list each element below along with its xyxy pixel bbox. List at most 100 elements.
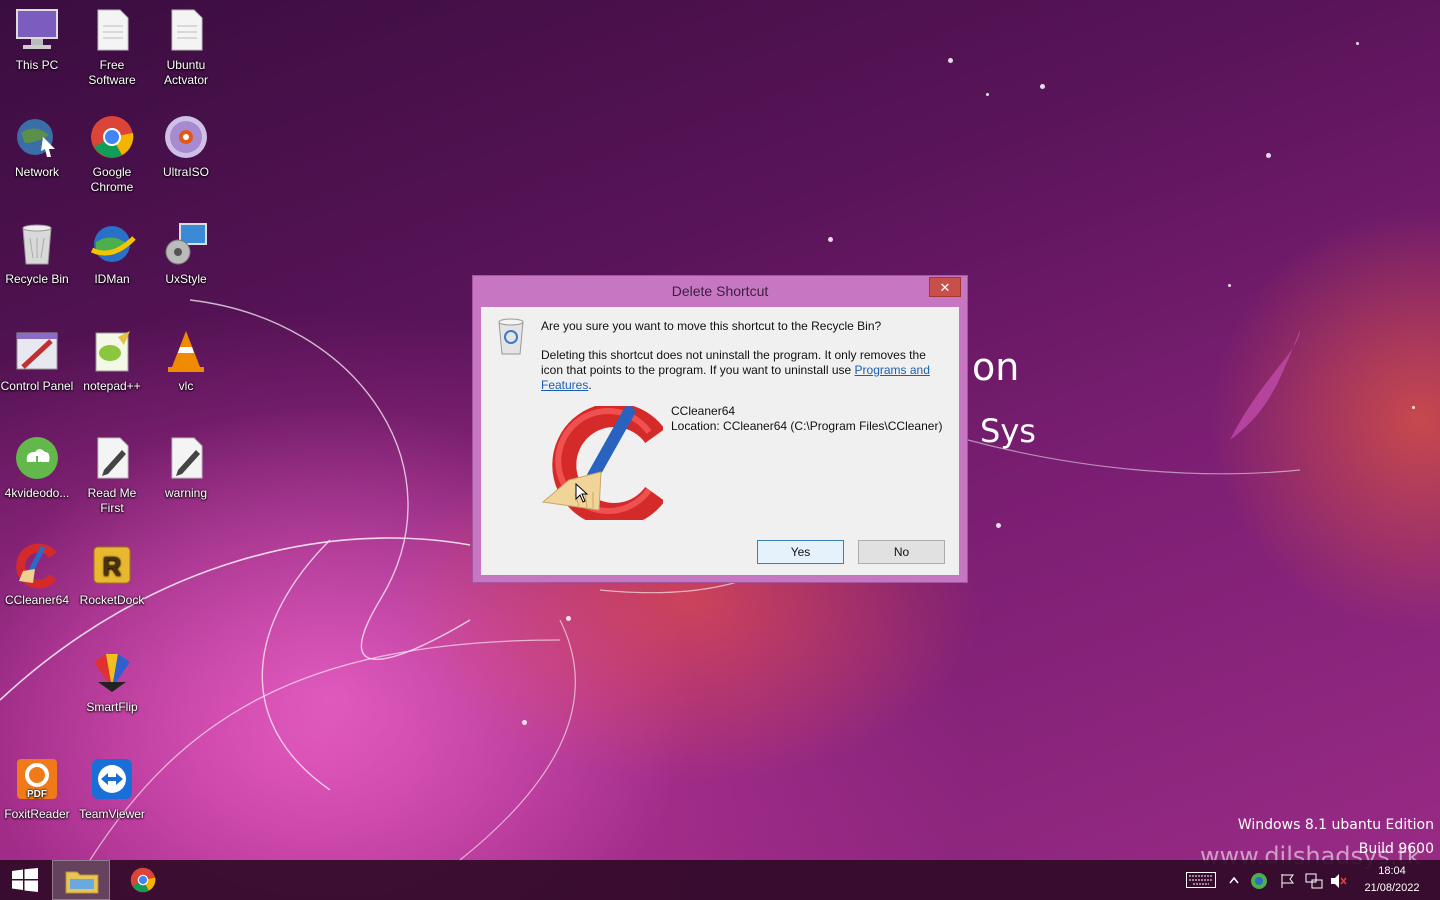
desktop-icon-uxstyle[interactable]: UxStyle — [149, 220, 223, 287]
folder-icon — [65, 871, 99, 894]
icon-label: IDMan — [94, 272, 130, 286]
icon-label: UltraISO — [162, 165, 209, 179]
icon-label: vlc — [178, 379, 194, 393]
action-center-flag-icon[interactable] — [1280, 873, 1296, 889]
icon-label: notepad++ — [83, 379, 141, 393]
icon-label: warning — [164, 486, 208, 500]
icon-label: RocketDock — [79, 593, 145, 607]
ccleaner-icon — [541, 406, 663, 520]
text-file-icon — [97, 9, 129, 51]
svg-text:PDF: PDF — [27, 789, 47, 800]
vlc-cone-icon — [168, 331, 204, 372]
desktop-icon-ultraiso[interactable]: UltraISO — [149, 113, 223, 180]
dialog-body: Are you sure you want to move this short… — [481, 307, 959, 575]
network-globe-icon — [17, 119, 55, 157]
desktop-icon-free-software[interactable]: Free Software — [75, 6, 149, 88]
shortcut-target-info: CCleaner64 Location: CCleaner64 (C:\Prog… — [671, 404, 942, 434]
network-tray-icon[interactable] — [1305, 872, 1323, 890]
star — [1356, 42, 1359, 45]
show-hidden-icons-chevron-icon[interactable] — [1229, 876, 1239, 884]
text-file-icon — [171, 9, 203, 51]
wallpaper-text-line2: Sys — [980, 412, 1036, 450]
start-button[interactable] — [0, 860, 50, 900]
edition-watermark: Windows 8.1 ubantu Edition — [1237, 817, 1434, 833]
dialog-details: Deleting this shortcut does not uninstal… — [541, 348, 941, 393]
desktop-icon-smartflip[interactable]: SmartFlip — [75, 648, 149, 715]
windows-logo-icon — [12, 868, 38, 892]
desktop-icon-4kvideodownloader[interactable]: 4kvideodo... — [0, 434, 74, 501]
taskbar-google-chrome[interactable] — [118, 860, 168, 900]
icon-label: Network — [14, 165, 59, 179]
text-edit-icon — [97, 437, 129, 479]
taskbar-file-explorer[interactable] — [52, 860, 110, 900]
volume-muted-icon[interactable] — [1329, 872, 1347, 890]
pdf-icon: PDF — [17, 759, 57, 800]
star — [948, 58, 953, 63]
icon-label: Read Me First — [87, 486, 137, 515]
rocketdock-icon: R — [93, 546, 131, 584]
desktop-icon-ubuntu-actvator[interactable]: Ubuntu Actvator — [149, 6, 223, 88]
star — [522, 720, 527, 725]
idm-tray-icon[interactable] — [1250, 872, 1268, 890]
star — [996, 523, 1001, 528]
desktop-icon-warning[interactable]: warning — [149, 434, 223, 501]
yes-button[interactable]: Yes — [757, 540, 844, 564]
icon-label: Free Software — [88, 58, 136, 87]
close-button[interactable]: ✕ — [929, 277, 961, 297]
icon-label: Google Chrome — [90, 165, 134, 194]
icon-label: FoxitReader — [4, 807, 70, 821]
desktop-icon-notepad-plus-plus[interactable]: notepad++ — [75, 327, 149, 394]
idm-globe-icon — [90, 226, 136, 262]
star — [1266, 153, 1271, 158]
notepad-plus-icon — [95, 331, 130, 372]
desktop-icon-recycle-bin[interactable]: Recycle Bin — [0, 220, 74, 287]
icon-label: Recycle Bin — [5, 272, 69, 286]
icon-label: Ubuntu Actvator — [163, 58, 208, 87]
no-button[interactable]: No — [858, 540, 945, 564]
ccleaner-icon — [16, 543, 57, 589]
recycle-bin-icon — [22, 224, 52, 265]
desktop-icon-google-chrome[interactable]: Google Chrome — [75, 113, 149, 195]
star — [1228, 284, 1231, 287]
disc-icon — [165, 116, 207, 158]
icon-label: TeamViewer — [79, 807, 145, 821]
keyboard-icon[interactable] — [1186, 872, 1216, 888]
recycle-bin-icon — [498, 318, 524, 355]
chrome-icon — [130, 867, 156, 893]
svg-text:R: R — [103, 551, 122, 581]
uxstyle-icon — [165, 223, 207, 265]
star — [828, 237, 833, 242]
delete-shortcut-dialog: Delete Shortcut ✕ Are you sure you want … — [472, 275, 968, 583]
desktop-icon-vlc[interactable]: vlc — [149, 327, 223, 394]
desktop-icon-foxitreader[interactable]: PDF FoxitReader — [0, 755, 74, 822]
tray-clock-time[interactable]: 18:04 — [1362, 865, 1422, 877]
desktop-icon-read-me-first[interactable]: Read Me First — [75, 434, 149, 516]
target-location: Location: CCleaner64 (C:\Program Files\C… — [671, 419, 943, 433]
teamviewer-icon — [92, 759, 132, 799]
desktop-icon-rocketdock[interactable]: R RocketDock — [75, 541, 149, 608]
desktop-icon-ccleaner64[interactable]: CCleaner64 — [0, 541, 74, 608]
desktop-icon-control-panel[interactable]: Control Panel — [0, 327, 74, 394]
desktop-icon-network[interactable]: Network — [0, 113, 74, 180]
smartflip-icon — [94, 654, 130, 692]
tray-clock-date[interactable]: 21/08/2022 — [1358, 882, 1426, 894]
details-end: . — [588, 378, 592, 392]
download-cloud-icon — [16, 437, 58, 479]
mouse-cursor-icon — [575, 483, 589, 503]
desktop-icon-this-pc[interactable]: This PC — [0, 6, 74, 73]
desktop-icon-teamviewer[interactable]: TeamViewer — [75, 755, 149, 822]
star — [1040, 84, 1045, 89]
desktop-icon-idman[interactable]: IDMan — [75, 220, 149, 287]
taskbar: 18:04 21/08/2022 — [0, 860, 1440, 900]
icon-label: This PC — [15, 58, 59, 72]
icon-label: Control Panel — [0, 379, 74, 393]
icon-label: 4kvideodo... — [4, 486, 70, 500]
star — [566, 616, 571, 621]
dialog-title: Delete Shortcut — [671, 283, 769, 299]
text-edit-icon — [171, 437, 203, 479]
target-name: CCleaner64 — [671, 404, 736, 418]
star — [1412, 406, 1415, 409]
icon-label: SmartFlip — [86, 700, 138, 714]
star — [986, 93, 989, 96]
icon-label: CCleaner64 — [4, 593, 70, 607]
